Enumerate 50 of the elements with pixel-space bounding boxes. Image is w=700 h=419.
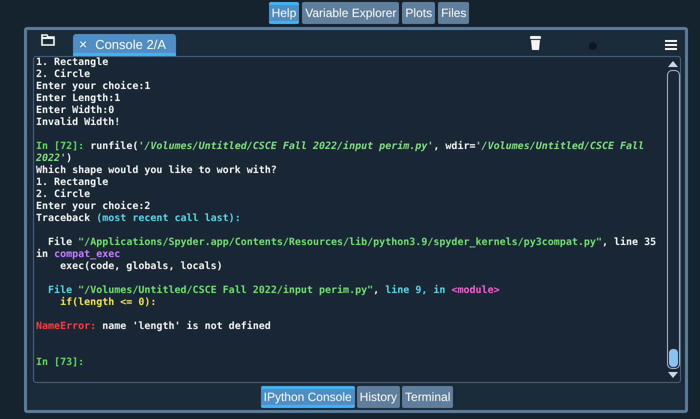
pane-tab[interactable]: Plots	[402, 2, 436, 24]
console-text: ,	[373, 285, 380, 296]
console-text: (most recent call last):	[96, 213, 241, 224]
scroll-up-icon[interactable]	[668, 61, 678, 67]
console-text: runfile(	[89, 141, 138, 152]
console-text: <module>	[451, 285, 500, 296]
console-text: line 9, in	[385, 285, 446, 296]
console-text: , line 35	[602, 237, 656, 248]
close-button[interactable]: ×	[79, 36, 88, 52]
console-text: 2022'	[36, 153, 66, 164]
trash-icon[interactable]	[530, 36, 541, 50]
console-text: in	[36, 249, 50, 260]
console-text: In [73]:	[36, 357, 84, 368]
console-text: Enter Width:0	[36, 105, 114, 116]
console-text: exec(code, globals, locals)	[59, 261, 223, 272]
console-text: '/Volumes/Untitled/CSCE Fall	[476, 141, 644, 152]
console-text: Which shape would you like to work with?	[36, 165, 277, 176]
console-text: NameError:	[36, 321, 96, 332]
console-text: Enter your choice:2	[36, 201, 150, 212]
console-text: compat_exec	[54, 249, 120, 260]
console-text: 1. Rectangle	[36, 177, 108, 188]
pane-tab[interactable]: IPython Console	[260, 386, 355, 408]
console-text: Traceback	[36, 213, 92, 224]
scroll-thumb[interactable]	[668, 349, 678, 367]
console-text: Enter your choice:1	[36, 81, 150, 92]
console-tab[interactable]: × Console 2/A	[73, 34, 176, 56]
console-text: Invalid Width!	[36, 117, 120, 128]
console-text: In [72]:	[36, 141, 84, 152]
console-text: "/Volumes/Untitled/CSCE Fall 2022/input perim.py"	[78, 285, 374, 296]
pane-tab[interactable]: History	[356, 386, 400, 408]
console-text: name 'length' is not defined	[101, 321, 271, 332]
pane-tab[interactable]: Terminal	[402, 386, 454, 408]
folder-icon[interactable]	[41, 34, 55, 46]
console-text: "/Applications/Spyder.app/Contents/Resources/lib/python3.9/spyder_kernels/py3compat.py"	[78, 237, 602, 248]
console-text: 1. Rectangle	[36, 57, 108, 68]
console-text: 2. Circle	[36, 189, 90, 200]
console-text: '/Volumes/Untitled/CSCE Fall 2022/input perim.py'	[138, 141, 434, 152]
scroll-down-icon[interactable]	[668, 372, 678, 378]
menu-icon[interactable]	[665, 40, 677, 50]
console-text: if(length <= 0):	[59, 297, 156, 308]
console-text: File	[47, 285, 74, 296]
console-text: Enter Length:1	[36, 93, 120, 104]
console-text: )	[66, 153, 72, 164]
pane-tab[interactable]: Help	[268, 2, 300, 24]
console-text: , wdir=	[433, 141, 476, 152]
console-tab-label: Console 2/A	[95, 36, 166, 52]
console-text: File	[48, 237, 74, 248]
console-text: 2. Circle	[36, 69, 90, 80]
pane-tab[interactable]: Files	[438, 2, 470, 24]
pane-tab[interactable]: Variable Explorer	[302, 2, 400, 24]
